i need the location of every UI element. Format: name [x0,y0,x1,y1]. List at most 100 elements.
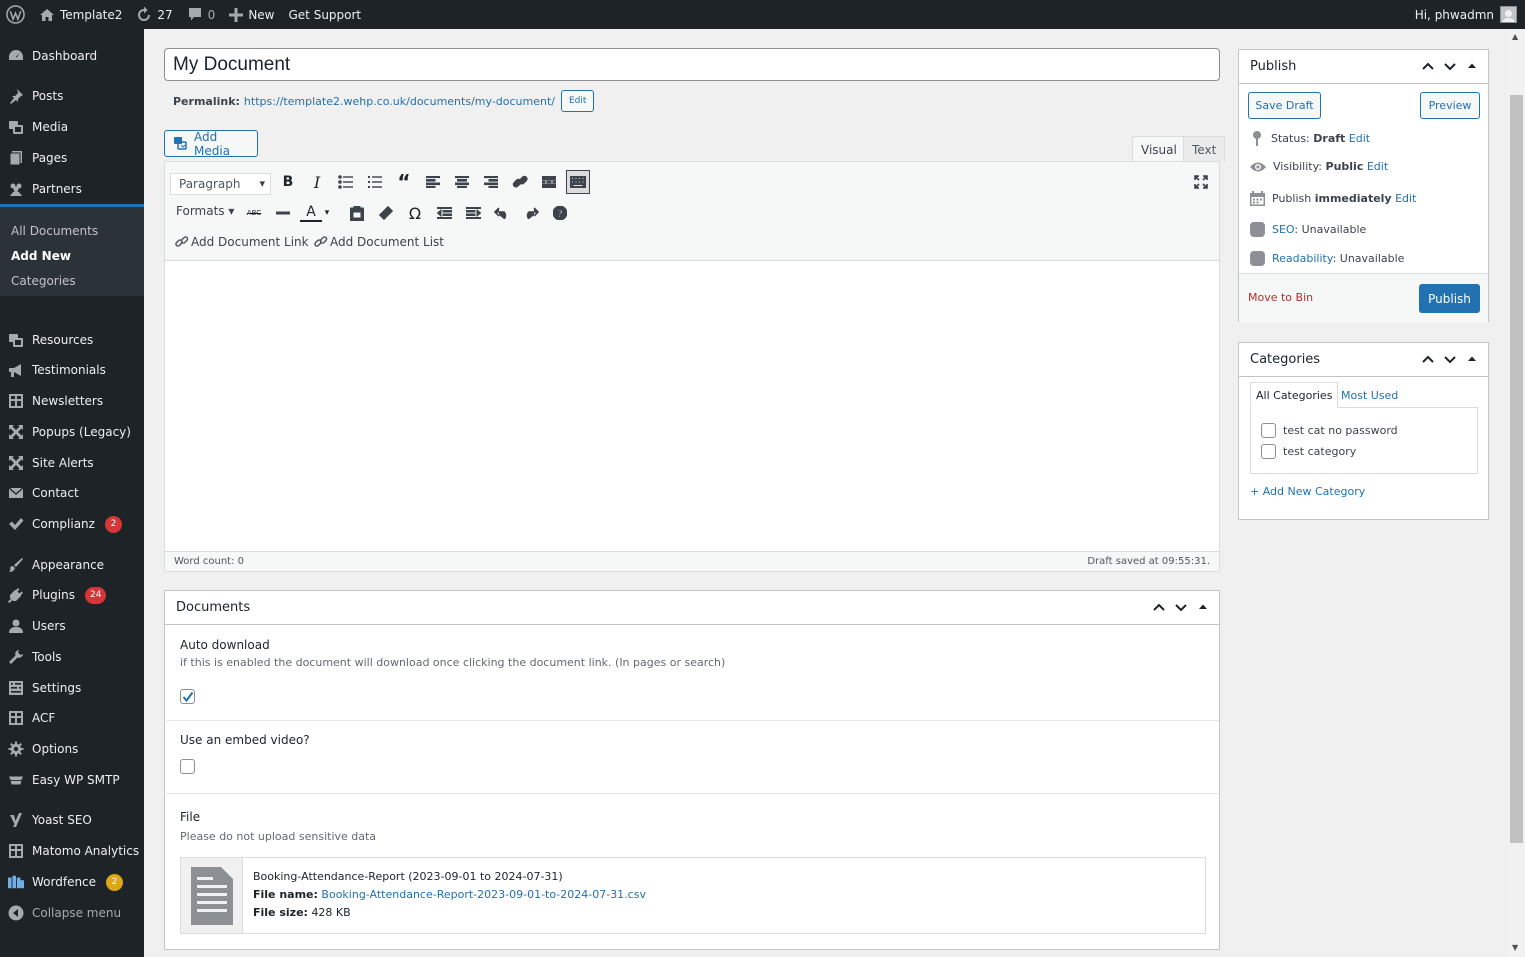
clear-formatting-icon[interactable] [375,202,397,224]
sidebar-item-options[interactable]: Options [0,734,144,764]
move-to-bin-link[interactable]: Move to Bin [1248,291,1313,304]
italic-icon[interactable]: I [306,171,328,193]
edit-visibility-link[interactable]: Edit [1367,160,1388,173]
sidebar-item-appearance[interactable]: Appearance [0,550,144,580]
collapse-menu-button[interactable]: Collapse menu [0,898,144,928]
sidebar-item-dashboard[interactable]: Dashboard [0,41,144,71]
sidebar-item-complianz[interactable]: Complianz 2 [0,509,144,539]
text-color-icon[interactable]: A [300,204,322,222]
horizontal-line-icon[interactable] [272,202,294,224]
sidebar-item-newsletters[interactable]: Newsletters [0,386,144,416]
move-up-icon[interactable] [1151,599,1167,615]
new-content-link[interactable]: New [222,0,281,29]
category-checkbox[interactable] [1261,423,1276,438]
tab-visual[interactable]: Visual [1132,136,1186,162]
add-document-list-button[interactable]: Add Document List [314,235,444,249]
my-account[interactable]: Hi, phwadmn [1415,0,1517,29]
edit-permalink-button[interactable]: Edit [561,90,595,112]
seo-link[interactable]: SEO [1272,223,1294,236]
sidebar-item-users[interactable]: Users [0,611,144,641]
sidebar-item-posts[interactable]: Posts [0,81,144,111]
sidebar-item-contact[interactable]: Contact [0,478,144,508]
post-title-input[interactable] [164,48,1220,81]
paragraph-format-select[interactable]: Paragraph [170,173,271,195]
category-item[interactable]: test cat no password [1261,423,1398,438]
scroll-down-arrow-icon[interactable]: ▼ [1512,943,1518,952]
sidebar-item-resources[interactable]: Resources [0,325,144,355]
align-left-icon[interactable] [422,171,444,193]
add-media-button[interactable]: Add Media [164,130,258,158]
tab-most-used[interactable]: Most Used [1336,382,1403,408]
outdent-icon[interactable] [433,202,455,224]
special-character-icon[interactable]: Ω [404,202,426,224]
add-new-category-link[interactable]: + Add New Category [1250,485,1365,498]
link-icon[interactable] [509,171,531,193]
permalink-url[interactable]: https://template2.wehp.co.uk/documents/m… [244,95,555,108]
sidebar-item-popups-legacy[interactable]: Popups (Legacy) [0,417,144,447]
sidebar-item-acf[interactable]: ACF [0,703,144,733]
publish-button[interactable]: Publish [1419,284,1480,313]
redo-icon[interactable] [520,202,542,224]
submenu-item-categories[interactable]: Categories [11,274,76,288]
edit-status-link[interactable]: Edit [1349,132,1370,145]
indent-icon[interactable] [462,202,484,224]
strikethrough-icon[interactable]: ABC [243,202,265,224]
blockquote-icon[interactable]: “ [393,170,415,194]
save-draft-button[interactable]: Save Draft [1248,92,1321,119]
bold-icon[interactable]: B [277,171,299,193]
comments-link[interactable]: 0 [180,0,223,29]
move-down-icon[interactable] [1173,599,1189,615]
preview-button[interactable]: Preview [1420,92,1480,119]
edit-schedule-link[interactable]: Edit [1395,192,1416,205]
sidebar-item-site-alerts[interactable]: Site Alerts [0,448,144,478]
move-up-icon[interactable] [1420,58,1436,74]
scroll-up-arrow-icon[interactable]: ▲ [1512,32,1518,41]
sidebar-item-plugins[interactable]: Plugins 24 [0,580,144,610]
scrollbar-thumb[interactable] [1510,95,1523,843]
move-down-icon[interactable] [1442,58,1458,74]
sidebar-item-tools[interactable]: Tools [0,642,144,672]
readability-link[interactable]: Readability [1272,252,1333,265]
category-checkbox[interactable] [1261,444,1276,459]
text-color-dropdown-icon[interactable]: ▾ [321,202,333,224]
add-document-link-button[interactable]: Add Document Link [175,235,309,249]
fullscreen-icon[interactable] [1190,171,1212,193]
updates-link[interactable]: 27 [129,0,179,29]
sidebar-item-media[interactable]: Media [0,112,144,142]
sidebar-item-partners[interactable]: Partners [0,174,144,204]
site-name-link[interactable]: Template2 [32,0,129,29]
toggle-panel-icon[interactable] [1195,599,1211,615]
toolbar-toggle-icon[interactable] [566,170,590,194]
auto-download-checkbox[interactable] [180,689,195,704]
numbered-list-icon[interactable] [364,171,386,193]
embed-video-checkbox[interactable] [180,759,195,774]
tab-text[interactable]: Text [1183,136,1226,162]
toggle-panel-icon[interactable] [1464,58,1480,74]
bullet-list-icon[interactable] [335,171,357,193]
move-up-icon[interactable] [1420,351,1436,367]
submenu-item-all-documents[interactable]: All Documents [11,224,98,238]
sidebar-item-wordfence[interactable]: Wordfence 2 [0,867,144,897]
toggle-panel-icon[interactable] [1464,351,1480,367]
category-item[interactable]: test category [1261,444,1356,459]
editor-content-area[interactable] [165,261,1219,531]
get-support-link[interactable]: Get Support [282,0,369,29]
formats-dropdown[interactable]: Formats ▾ [176,204,234,218]
undo-icon[interactable] [491,202,513,224]
submenu-item-add-new[interactable]: Add New [11,249,71,263]
align-center-icon[interactable] [451,171,473,193]
paste-text-icon[interactable] [346,202,368,224]
move-down-icon[interactable] [1442,351,1458,367]
read-more-icon[interactable] [538,171,560,193]
sidebar-item-easy-wp-smtp[interactable]: Easy WP SMTP [0,765,144,795]
sidebar-item-pages[interactable]: Pages [0,143,144,173]
tab-all-categories[interactable]: All Categories [1250,382,1339,408]
align-right-icon[interactable] [480,171,502,193]
file-name-link[interactable]: Booking-Attendance-Report-2023-09-01-to-… [321,888,646,901]
sidebar-item-settings[interactable]: Settings [0,673,144,703]
sidebar-item-testimonials[interactable]: Testimonials [0,355,144,385]
sidebar-item-yoast-seo[interactable]: Yoast SEO [0,805,144,835]
sidebar-item-matomo-analytics[interactable]: Matomo Analytics [0,836,144,866]
help-icon[interactable]: ? [549,202,571,224]
wp-logo-menu[interactable] [0,0,32,29]
